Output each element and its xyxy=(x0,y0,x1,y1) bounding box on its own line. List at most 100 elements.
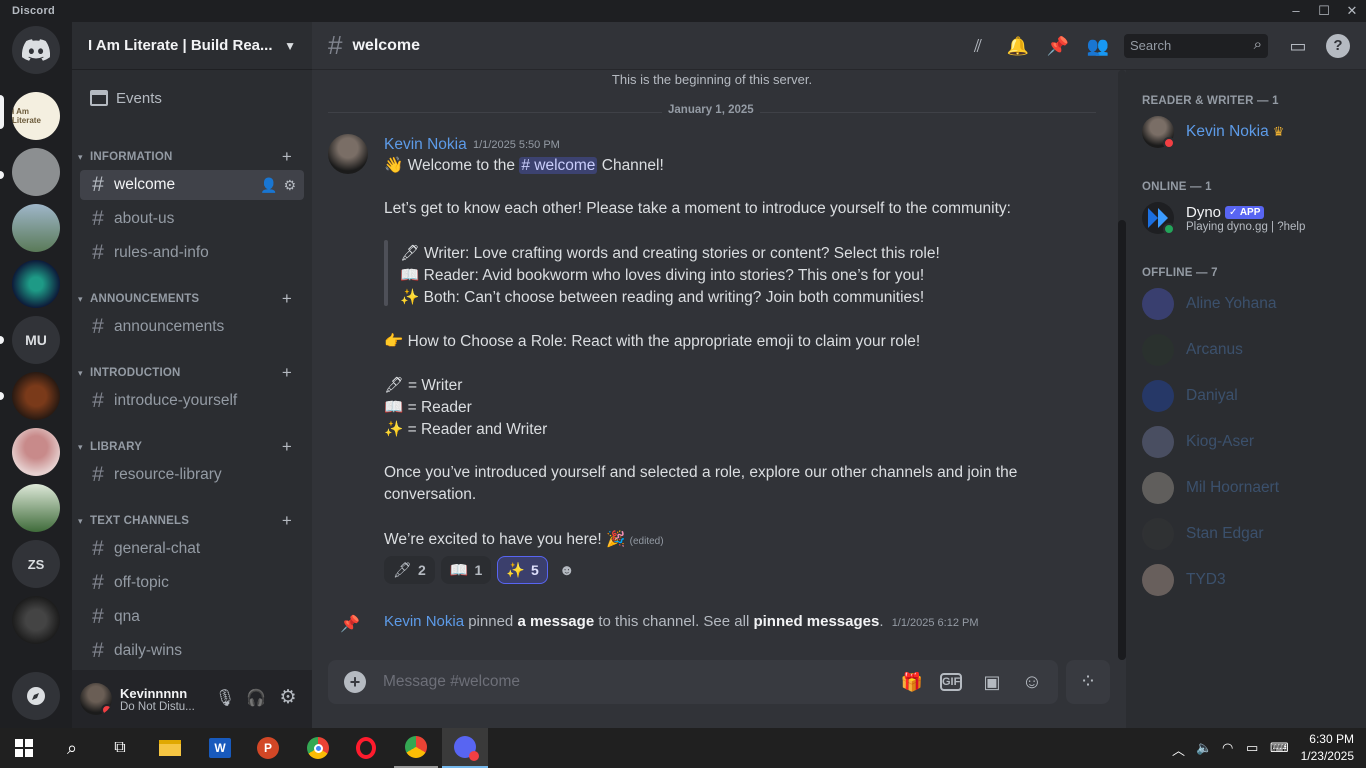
system-clock[interactable]: 6:30 PM 1/23/2025 xyxy=(1301,731,1354,765)
channel-daily-wins[interactable]: # daily-wins xyxy=(80,636,304,666)
add-channel-icon[interactable]: + xyxy=(282,363,292,383)
sticker-icon[interactable]: ▣ xyxy=(980,670,1004,694)
members-icon[interactable]: 👥 xyxy=(1086,34,1110,58)
bell-icon[interactable]: 🔔 xyxy=(1006,34,1030,58)
chevron-up-icon[interactable]: ︿ xyxy=(1172,740,1185,759)
emoji-icon[interactable]: ☺ xyxy=(1020,670,1044,694)
channel-introduce-yourself[interactable]: # introduce-yourself xyxy=(80,386,304,416)
volume-icon[interactable]: 🔈 xyxy=(1196,740,1212,756)
channel-welcome[interactable]: # welcome 👤 ⚙ xyxy=(80,170,304,200)
pinned-message-link[interactable]: a message xyxy=(517,613,594,630)
discord-taskbar-icon[interactable] xyxy=(442,728,488,768)
search-icon[interactable]: ⌕ xyxy=(50,728,94,768)
category-library[interactable]: ▾ LIBRARY + xyxy=(76,437,308,457)
server-icon[interactable] xyxy=(12,204,60,252)
pinned-messages-link[interactable]: pinned messages xyxy=(753,613,879,630)
server-icon[interactable] xyxy=(12,484,60,532)
category-information[interactable]: ▾ INFORMATION + xyxy=(76,147,308,167)
inbox-icon[interactable]: ▭ xyxy=(1286,34,1310,58)
server-icon[interactable]: ZS xyxy=(12,540,60,588)
unread-indicator xyxy=(0,336,4,344)
member-offline[interactable]: Stan Edgar xyxy=(1142,514,1362,554)
member-offline[interactable]: Daniyal xyxy=(1142,376,1362,416)
message-composer[interactable]: + Message #welcome 🎁 GIF ▣ ☺ xyxy=(328,660,1058,704)
reaction-writer[interactable]: 🖋 2 xyxy=(384,556,435,584)
category-text-channels[interactable]: ▾ TEXT CHANNELS + xyxy=(76,511,308,531)
message-author[interactable]: Kevin Nokia xyxy=(384,136,467,154)
search-input[interactable]: Search ⌕ xyxy=(1124,34,1268,58)
discord-home-icon[interactable] xyxy=(12,26,60,74)
add-channel-icon[interactable]: + xyxy=(282,147,292,167)
add-channel-icon[interactable]: + xyxy=(282,437,292,457)
hash-icon: # xyxy=(92,571,104,594)
microphone-icon[interactable]: 🎙 xyxy=(214,688,236,710)
chrome-icon[interactable] xyxy=(296,728,340,768)
server-icon[interactable] xyxy=(12,596,60,644)
add-channel-icon[interactable]: + xyxy=(282,511,292,531)
member-offline[interactable]: TYD3 xyxy=(1142,560,1362,600)
add-reaction-icon[interactable]: ☻ xyxy=(554,556,580,584)
battery-icon[interactable]: ▭ xyxy=(1246,740,1258,756)
reaction-both[interactable]: ✨ 5 xyxy=(497,556,548,584)
channel-about-us[interactable]: # about-us xyxy=(80,204,304,234)
windows-start-icon[interactable] xyxy=(2,728,46,768)
member-offline[interactable]: Aline Yohana xyxy=(1142,284,1362,324)
server-icon[interactable] xyxy=(12,148,60,196)
word-icon[interactable]: W xyxy=(198,728,242,768)
minimize-icon[interactable]: – xyxy=(1282,0,1310,22)
server-icon[interactable] xyxy=(12,428,60,476)
category-introduction[interactable]: ▾ INTRODUCTION + xyxy=(76,363,308,383)
gif-icon[interactable]: GIF xyxy=(940,673,962,691)
channel-qna[interactable]: # qna xyxy=(80,602,304,632)
reaction-reader[interactable]: 📖 1 xyxy=(440,556,492,584)
reaction-count: 5 xyxy=(531,562,539,578)
member-group-label: OFFLINE — 7 xyxy=(1142,267,1218,279)
headphones-icon[interactable]: 🎧 xyxy=(245,688,267,710)
channel-resource-library[interactable]: # resource-library xyxy=(80,460,304,490)
category-announcements[interactable]: ▾ ANNOUNCEMENTS + xyxy=(76,289,308,309)
member-offline[interactable]: Kiog-Aser xyxy=(1142,422,1362,462)
apps-icon[interactable]: ⁘ xyxy=(1066,660,1110,704)
member-dyno[interactable]: Dyno ✓ APP Playing dyno.gg | ?help xyxy=(1142,198,1362,238)
opera-icon[interactable] xyxy=(344,728,388,768)
help-icon[interactable]: ? xyxy=(1326,34,1350,58)
guild-header[interactable]: I Am Literate | Build Rea... ▼ xyxy=(72,22,312,70)
threads-icon[interactable]: ⫽ xyxy=(966,34,990,58)
member-offline[interactable]: Mil Hoornaert xyxy=(1142,468,1362,508)
pin-icon[interactable]: 📌 xyxy=(1046,34,1070,58)
scrollbar[interactable] xyxy=(1118,70,1126,660)
channel-off-topic[interactable]: # off-topic xyxy=(80,568,304,598)
events-item[interactable]: Events xyxy=(80,82,304,114)
upload-plus-icon[interactable]: + xyxy=(344,671,366,693)
add-channel-icon[interactable]: + xyxy=(282,289,292,309)
server-icon[interactable] xyxy=(12,372,60,420)
avatar[interactable] xyxy=(80,683,112,715)
gear-icon[interactable]: ⚙ xyxy=(283,177,296,194)
wifi-icon[interactable]: ◠ xyxy=(1222,740,1233,756)
server-icon[interactable] xyxy=(12,260,60,308)
chrome-profile-icon[interactable] xyxy=(394,728,438,768)
pin-user[interactable]: Kevin Nokia xyxy=(384,613,464,630)
avatar[interactable] xyxy=(328,134,368,174)
member-kevin-nokia[interactable]: Kevin Nokia ♛ xyxy=(1142,112,1362,152)
user-status: Do Not Distu... xyxy=(120,700,195,713)
invite-icon[interactable]: 👤 xyxy=(260,177,277,194)
server-icon[interactable]: I Am Literate xyxy=(12,92,60,140)
scrollbar-thumb[interactable] xyxy=(1118,220,1126,660)
message-text: conversation. xyxy=(384,486,477,503)
maximize-icon[interactable]: ☐ xyxy=(1310,0,1338,22)
gift-icon[interactable]: 🎁 xyxy=(900,670,924,694)
channel-mention[interactable]: # welcome xyxy=(519,157,598,174)
discover-icon[interactable] xyxy=(12,672,60,720)
server-icon[interactable]: MU xyxy=(12,316,60,364)
file-explorer-icon[interactable] xyxy=(148,728,192,768)
channel-general-chat[interactable]: # general-chat xyxy=(80,534,304,564)
channel-rules-and-info[interactable]: # rules-and-info xyxy=(80,238,304,268)
member-offline[interactable]: Arcanus xyxy=(1142,330,1362,370)
task-view-icon[interactable]: ⧉ xyxy=(98,728,142,768)
gear-icon[interactable]: ⚙ xyxy=(277,686,299,708)
keyboard-icon[interactable]: ⌨ xyxy=(1270,740,1289,756)
powerpoint-icon[interactable]: P xyxy=(246,728,290,768)
channel-announcements[interactable]: # announcements xyxy=(80,312,304,342)
close-icon[interactable]: ✕ xyxy=(1338,0,1366,22)
